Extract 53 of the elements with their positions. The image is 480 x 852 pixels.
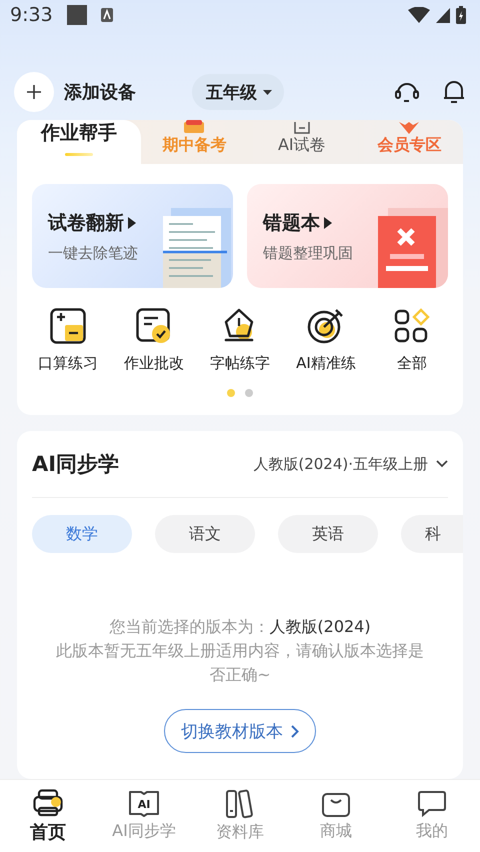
home-printer-icon xyxy=(33,788,63,816)
signal-icon xyxy=(436,8,450,22)
book-stack-icon xyxy=(183,120,206,134)
subject-tab[interactable]: 数学 xyxy=(32,515,132,553)
promo-title: 试卷翻新 xyxy=(48,210,124,236)
edition-selector[interactable]: 人教版(2024)·五年级上册 xyxy=(253,454,448,474)
shopping-bag-icon xyxy=(321,790,351,818)
grade-selector[interactable]: 五年级 xyxy=(192,74,284,110)
target-icon xyxy=(307,308,345,344)
plus-minus-icon xyxy=(50,308,86,344)
edition-warning: 此版本暂无五年级上册适用内容，请确认版本选择是否正确~ xyxy=(55,640,425,686)
plus-icon xyxy=(26,84,42,100)
section-title: AI同步学 xyxy=(32,451,120,478)
promo-title: 错题本 xyxy=(263,210,320,236)
tool-shortcut[interactable]: 口算练习 xyxy=(25,308,111,373)
caret-icon xyxy=(263,90,272,94)
apps-grid-icon xyxy=(394,308,430,344)
tool-shortcut[interactable]: 全部 xyxy=(369,308,455,373)
tool-shortcut[interactable]: 字帖练字 xyxy=(197,308,283,373)
battery-icon xyxy=(456,6,466,24)
play-triangle-icon xyxy=(324,216,332,228)
promo-subtitle: 一键去除笔迹 xyxy=(48,244,138,262)
status-time: 9:33 xyxy=(10,4,53,26)
notification-bell-icon[interactable] xyxy=(442,79,466,105)
checked-document-icon xyxy=(136,308,172,344)
chevron-right-icon xyxy=(291,724,299,738)
tab[interactable]: 作业帮手 xyxy=(17,120,141,164)
add-device-label[interactable]: 添加设备 xyxy=(64,80,136,104)
notification-square-icon xyxy=(66,5,87,25)
play-triangle-icon xyxy=(128,216,136,228)
switch-edition-button[interactable]: 切换教材版本 xyxy=(164,709,316,753)
tab[interactable]: AI试卷 xyxy=(248,120,356,164)
nav-tab[interactable]: 首页 xyxy=(3,788,93,844)
tool-shortcut[interactable]: AI精准练 xyxy=(283,308,369,373)
subject-tab[interactable]: 科 xyxy=(401,515,463,553)
tool-shortcut[interactable]: 作业批改 xyxy=(111,308,197,373)
tab-indicator xyxy=(64,153,93,156)
subject-tab[interactable]: 语文 xyxy=(155,515,255,553)
ai-book-icon: AI xyxy=(128,790,160,818)
chevron-down-icon xyxy=(436,460,448,468)
promo-card[interactable]: 试卷翻新 一键去除笔迹 xyxy=(32,184,233,288)
add-device-button[interactable] xyxy=(14,72,54,112)
paper-icon xyxy=(292,122,311,134)
wifi-icon xyxy=(408,7,430,23)
edition-notice: 您当前选择的版本为：人教版(2024) xyxy=(108,616,372,638)
nav-tab[interactable]: AI AI同步学 xyxy=(99,790,189,842)
chat-bubble-icon xyxy=(417,790,447,818)
books-icon xyxy=(225,789,255,819)
subject-tab[interactable]: 英语 xyxy=(278,515,378,553)
app-notification-icon xyxy=(100,8,113,22)
promo-subtitle: 错题整理巩固 xyxy=(263,244,353,262)
promo-card[interactable]: 错题本 错题整理巩固 xyxy=(247,184,448,288)
crown-icon xyxy=(399,122,420,134)
